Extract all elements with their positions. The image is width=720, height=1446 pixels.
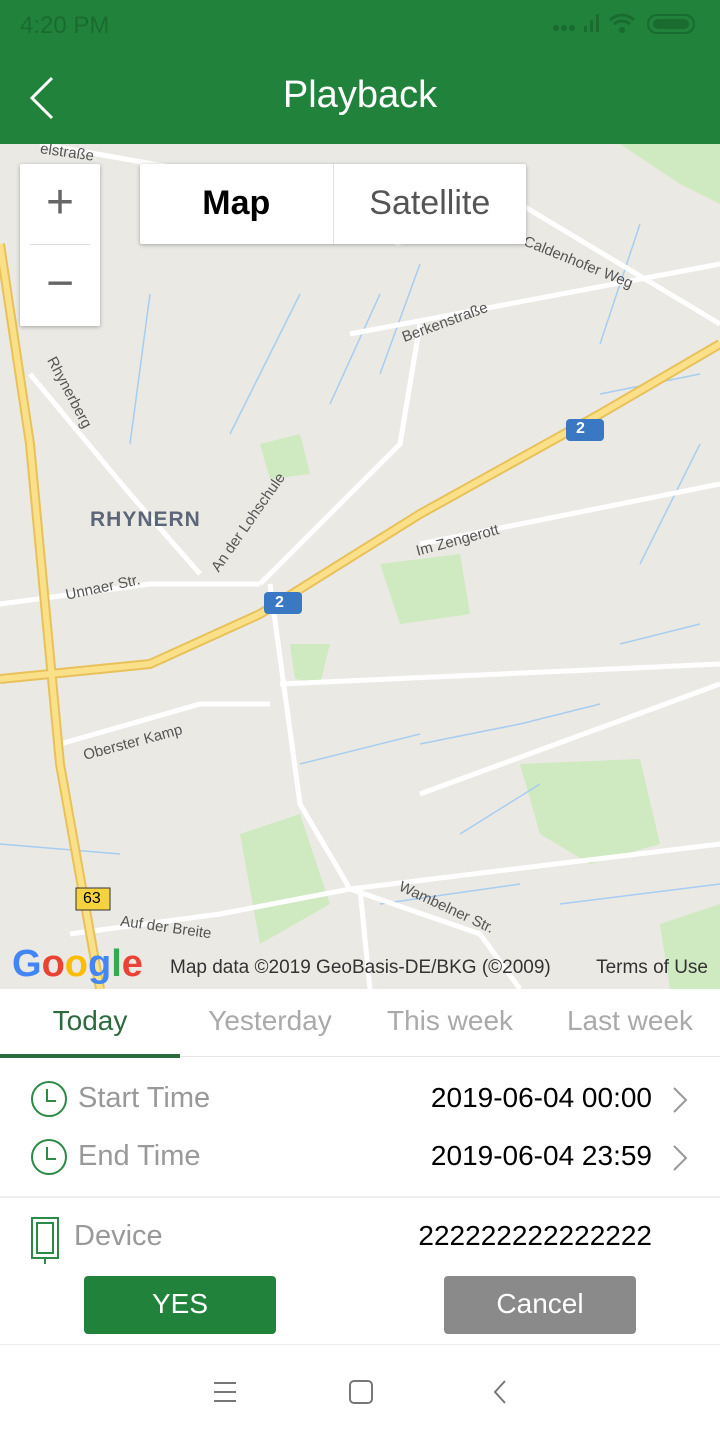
route-2-marker-2: 2 (275, 594, 284, 611)
date-range-tabs: Today Yesterday This week Last week (0, 989, 720, 1058)
tab-yesterday[interactable]: Yesterday (180, 989, 360, 1056)
zoom-out-button[interactable]: − (20, 245, 100, 326)
zoom-divider (30, 244, 90, 245)
map-attribution: Map data ©2019 GeoBasis-DE/BKG (©2009) (170, 957, 551, 978)
divider (0, 1196, 720, 1198)
app-bar: Playback (0, 50, 720, 144)
map-type-satellite[interactable]: Satellite (334, 164, 527, 244)
terms-of-use-link[interactable]: Terms of Use (596, 957, 708, 979)
device-value: 222222222222222 (418, 1220, 652, 1251)
back-icon (493, 1380, 506, 1404)
map-footer: Google Map data ©2019 GeoBasis-DE/BKG (©… (10, 943, 710, 985)
tab-this-week[interactable]: This week (360, 989, 540, 1056)
end-time-value: 2019-06-04 23:59 (430, 1140, 652, 1171)
device-row: Device 222222222222222 (0, 1208, 720, 1266)
google-logo: Google (12, 943, 143, 985)
clock-icon (31, 1081, 67, 1117)
map-type-toggle: Map Satellite (140, 164, 526, 244)
zoom-controls: + − (20, 164, 100, 326)
device-icon (31, 1217, 59, 1264)
end-time-label: End Time (78, 1140, 201, 1172)
place-label-rhynern: RHYNERN (90, 508, 201, 531)
nav-icons (214, 1380, 506, 1404)
route-2-marker: 2 (576, 420, 585, 437)
chevron-right-icon (673, 1087, 688, 1113)
device-label: Device (74, 1220, 163, 1252)
chevron-right-icon (673, 1145, 688, 1171)
status-bar: 4:20 PM (0, 0, 720, 50)
zoom-in-button[interactable]: + (20, 164, 100, 245)
yes-button[interactable]: YES (84, 1276, 276, 1334)
start-time-row[interactable]: Start Time 2019-06-04 00:00 (0, 1070, 720, 1128)
map-type-map[interactable]: Map (140, 164, 334, 244)
highways (0, 243, 720, 989)
status-time: 4:20 PM (20, 12, 110, 39)
clock-icon (31, 1139, 67, 1175)
route-63-marker: 63 (83, 890, 101, 907)
system-nav-bar (0, 1344, 720, 1440)
menu-icon (214, 1382, 236, 1402)
status-icons (550, 12, 700, 44)
end-time-row[interactable]: End Time 2019-06-04 23:59 (0, 1128, 720, 1186)
map-view[interactable]: 2 2 63 RHYNERN Rhynerberg Berkenstraße C… (0, 144, 720, 989)
status-icons-svg (553, 13, 695, 34)
tab-last-week[interactable]: Last week (540, 989, 720, 1056)
cancel-button[interactable]: Cancel (444, 1276, 636, 1334)
park-areas (240, 144, 720, 989)
page-title: Playback (282, 74, 438, 116)
start-time-value: 2019-06-04 00:00 (430, 1082, 652, 1113)
tab-today[interactable]: Today (0, 989, 180, 1058)
home-icon (349, 1380, 373, 1404)
start-time-label: Start Time (78, 1082, 211, 1114)
